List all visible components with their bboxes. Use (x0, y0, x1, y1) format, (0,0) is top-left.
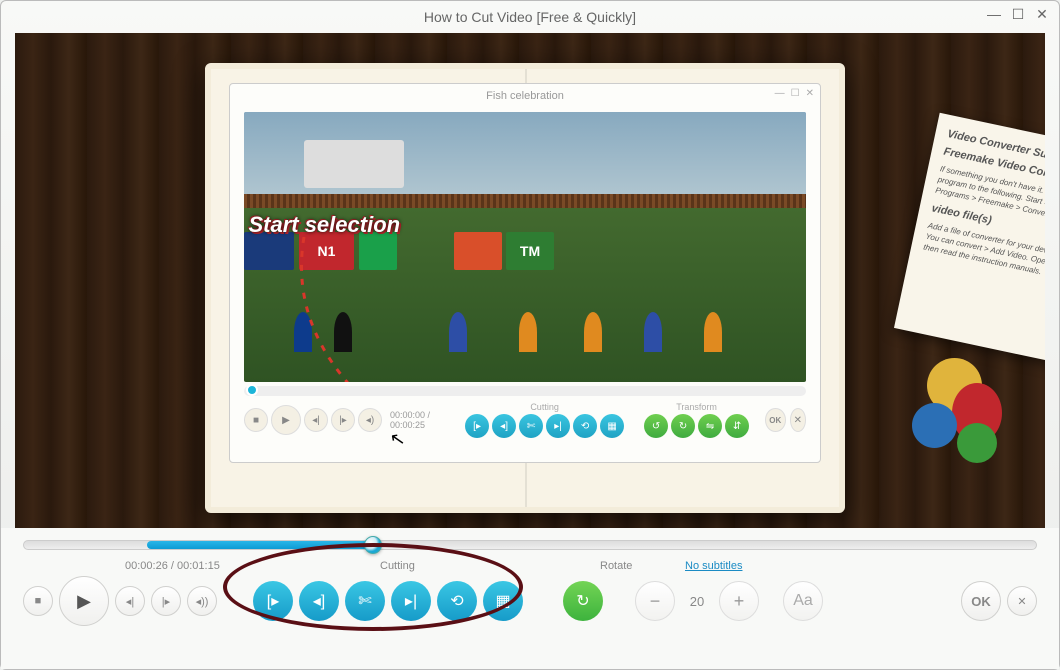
font-icon: Aa (793, 592, 813, 610)
font-button[interactable]: Aa (783, 581, 823, 621)
rotate-label: Rotate (600, 560, 660, 572)
volume-icon: ◂)) (196, 595, 209, 608)
scissors-icon: ✄ (358, 591, 371, 611)
frame-icon: ▦ (495, 591, 510, 611)
stop-icon: ■ (35, 595, 42, 607)
stop-button[interactable]: ■ (23, 586, 53, 616)
zoom-value: 20 (681, 594, 713, 609)
inner-time: 00:00:00 / 00:00:25 (390, 410, 441, 430)
trim-button[interactable]: ▸| (391, 581, 431, 621)
maximize-button[interactable]: ☐ (1011, 7, 1025, 21)
seek-bar[interactable] (23, 540, 1037, 550)
prev-frame-icon: ◂| (126, 595, 134, 608)
inner-clear-icon: ⟲ (573, 414, 597, 438)
controls-panel: 00:00:26 / 00:01:15 Cutting Rotate No su… (1, 528, 1059, 669)
inner-flip-h-icon: ⇋ (698, 414, 722, 438)
inner-stop-button: ■ (244, 408, 268, 432)
inner-volume-button: ◂) (358, 408, 382, 432)
inner-frame-icon: ▦ (600, 414, 624, 438)
save-frame-button[interactable]: ▦ (483, 581, 523, 621)
video-preview[interactable]: Fish celebration —☐✕ N1 TM 1. Start sele… (15, 33, 1045, 528)
inner-cut-icon: ✄ (519, 414, 543, 438)
cut-button[interactable]: ✄ (345, 581, 385, 621)
prev-frame-button[interactable]: ◂| (115, 586, 145, 616)
inner-rotate-right-icon: ↻ (671, 414, 695, 438)
callout-start-selection: 1. Start selection (244, 212, 400, 238)
minus-icon: − (650, 591, 661, 612)
ad-tm: TM (506, 232, 554, 270)
inner-flip-v-icon: ⇵ (725, 414, 749, 438)
no-subtitles-link[interactable]: No subtitles (685, 560, 742, 572)
clear-selection-button[interactable]: ⟲ (437, 581, 477, 621)
close-button[interactable]: ✕ (1035, 7, 1049, 21)
cancel-button[interactable]: ✕ (1007, 586, 1037, 616)
inner-editor-mockup: Fish celebration —☐✕ N1 TM 1. Start sele… (229, 83, 821, 463)
seek-selection (147, 541, 372, 549)
clear-icon: ⟲ (450, 591, 463, 611)
app-window: How to Cut Video [Free & Quickly] — ☐ ✕ … (0, 0, 1060, 670)
play-button[interactable]: ▶ (59, 576, 109, 626)
cutting-toolbar: [▸ ◂] ✄ ▸| ⟲ ▦ (253, 581, 523, 621)
next-frame-button[interactable]: |▸ (151, 586, 181, 616)
ok-button[interactable]: OK (961, 581, 1001, 621)
rotate-button[interactable]: ↻ (563, 581, 603, 621)
next-frame-icon: |▸ (162, 595, 170, 608)
selection-end-icon: ◂] (313, 591, 325, 611)
book-mockup: Fish celebration —☐✕ N1 TM 1. Start sele… (205, 63, 845, 513)
trim-icon: ▸| (405, 591, 417, 611)
inner-play-button: ▶ (271, 405, 301, 435)
inner-trim-icon: ▸| (546, 414, 570, 438)
inner-video-frame: N1 TM 1. Start selection (244, 112, 806, 382)
volume-button[interactable]: ◂)) (187, 586, 217, 616)
cutting-label: Cutting (380, 560, 480, 572)
inner-sel-end-icon: ◂] (492, 414, 516, 438)
selection-end-button[interactable]: ◂] (299, 581, 339, 621)
close-icon: ✕ (1017, 595, 1026, 608)
inner-next-button: |▸ (331, 408, 355, 432)
playback-time: 00:00:26 / 00:01:15 (125, 560, 265, 572)
inner-seekbar (244, 386, 806, 396)
paint-splash (897, 348, 1027, 488)
selection-start-button[interactable]: [▸ (253, 581, 293, 621)
inner-prev-button: ◂| (304, 408, 328, 432)
play-icon: ▶ (77, 591, 91, 612)
inner-sel-start-icon: [▸ (465, 414, 489, 438)
rotate-icon: ↻ (576, 591, 589, 611)
minimize-button[interactable]: — (987, 7, 1001, 21)
window-title: How to Cut Video [Free & Quickly] (424, 9, 636, 25)
zoom-in-button[interactable]: + (719, 581, 759, 621)
selection-start-icon: [▸ (267, 591, 279, 611)
plus-icon: + (734, 591, 745, 612)
seek-handle[interactable] (364, 536, 382, 554)
inner-cancel-button: ✕ (790, 408, 806, 432)
zoom-out-button[interactable]: − (635, 581, 675, 621)
inner-ok-button: OK (765, 408, 785, 432)
inner-window-title: Fish celebration (486, 90, 564, 102)
inner-rotate-left-icon: ↺ (644, 414, 668, 438)
inner-cutting-label: Cutting (530, 402, 559, 412)
inner-transform-label: Transform (676, 402, 717, 412)
titlebar: How to Cut Video [Free & Quickly] — ☐ ✕ (1, 1, 1059, 33)
